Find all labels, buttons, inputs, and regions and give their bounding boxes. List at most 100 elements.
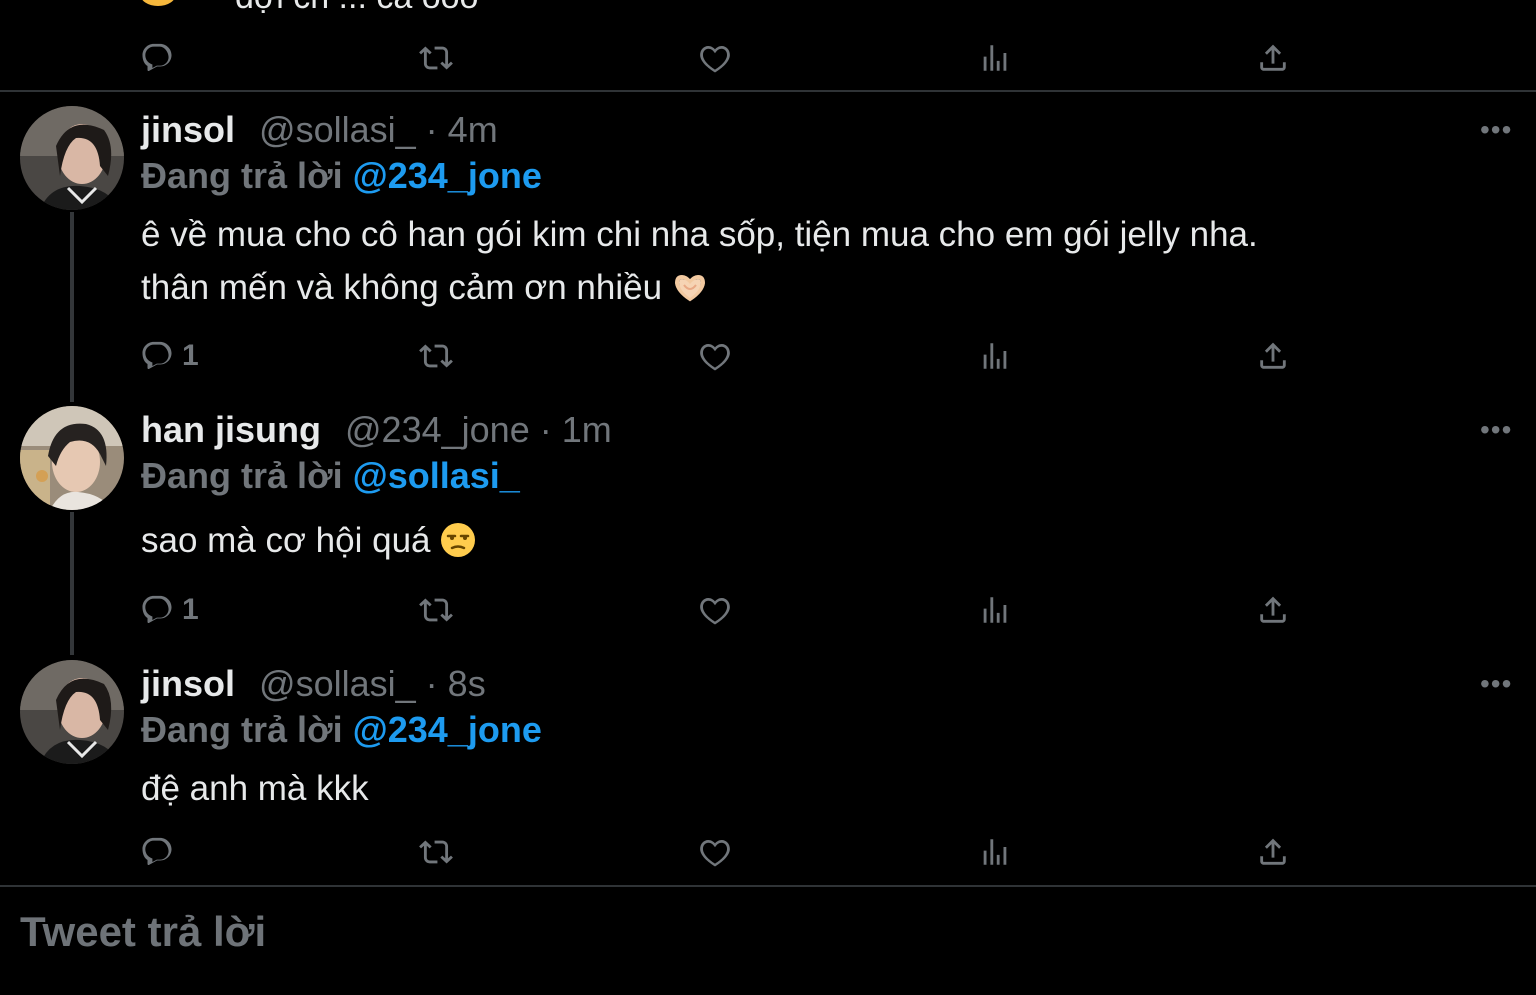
reply-count: 1 [182, 593, 199, 626]
more-options-button[interactable]: ••• [1480, 416, 1512, 444]
unamused-face-emoji-icon [441, 523, 476, 557]
share-upload-icon [1260, 44, 1286, 71]
display-name[interactable]: jinsol [141, 663, 235, 704]
heart-icon [700, 597, 730, 625]
like-button[interactable] [698, 590, 732, 630]
user-handle[interactable]: @sollasi_ [259, 663, 416, 704]
share-button[interactable] [1256, 336, 1290, 376]
tweet-actions [0, 832, 1536, 872]
tweet-item[interactable]: jinsol @sollasi_ · 4m ••• Đang trả lời @… [0, 92, 1536, 392]
views-button[interactable] [978, 336, 1012, 376]
tweet-text: đệ anh mà kkk [141, 762, 1501, 815]
avatar[interactable] [20, 406, 124, 510]
like-button[interactable] [698, 832, 732, 872]
previous-tweet-text: đợi ch ... cá oóo [235, 0, 478, 17]
tweet-thread-page: đợi ch ... cá oóo [0, 0, 1536, 995]
tweet-actions: 1 [0, 590, 1536, 630]
replying-to-mention[interactable]: @sollasi_ [353, 455, 520, 496]
views-button[interactable] [978, 38, 1012, 78]
replying-to-mention[interactable]: @234_jone [353, 709, 542, 750]
reply-icon [142, 595, 172, 624]
avatar[interactable] [20, 106, 124, 210]
tweet-text-line: đệ anh mà kkk [141, 769, 369, 808]
avatar-photo-jinsol [20, 660, 124, 764]
tweet-text-line-2: thân mến và không cảm ơn nhiều [141, 261, 1501, 314]
reply-count: 1 [182, 339, 199, 372]
tweet-actions: 1 [0, 336, 1536, 376]
retweet-button[interactable] [419, 336, 453, 376]
reply-icon [142, 43, 172, 72]
like-button[interactable] [698, 336, 732, 376]
tweet-text-line-2-content: thân mến và không cảm ơn nhiều [141, 268, 663, 307]
replying-to: Đang trả lời @234_jone [141, 708, 542, 752]
avatar[interactable] [20, 660, 124, 764]
heart-icon [700, 45, 730, 73]
display-name[interactable]: jinsol [141, 109, 235, 150]
timestamp[interactable]: 8s [448, 663, 486, 704]
share-button[interactable] [1256, 832, 1290, 872]
share-button[interactable] [1256, 590, 1290, 630]
tweet-text: sao mà cơ hội quá [141, 514, 1501, 567]
share-upload-icon [1260, 342, 1286, 369]
tweet-text-line: ê về mua cho cô han gói kim chi nha sốp,… [141, 215, 1258, 254]
more-options-button[interactable]: ••• [1480, 670, 1512, 698]
display-name[interactable]: han jisung [141, 409, 321, 450]
replying-to: Đang trả lời @sollasi_ [141, 454, 520, 498]
more-dots-icon: ••• [1480, 668, 1513, 699]
user-handle[interactable]: @sollasi_ [259, 109, 416, 150]
reply-button[interactable]: 1 [140, 336, 199, 376]
reply-button[interactable]: 1 [140, 590, 199, 630]
tweet-header: han jisung @234_jone · 1m [141, 408, 612, 452]
views-chart-icon [983, 45, 1007, 71]
retweet-button[interactable] [419, 38, 453, 78]
separator-dot: · [425, 109, 438, 150]
retweet-icon [419, 840, 453, 864]
replying-to-label: Đang trả lời [141, 709, 343, 750]
timestamp[interactable]: 1m [562, 409, 612, 450]
more-dots-icon: ••• [1480, 114, 1513, 145]
tweet-text: ê về mua cho cô han gói kim chi nha sốp,… [141, 208, 1501, 314]
tweet-item[interactable]: jinsol @sollasi_ · 8s ••• Đang trả lời @… [0, 646, 1536, 884]
heart-icon [700, 839, 730, 867]
separator-dot: · [539, 409, 552, 450]
user-handle[interactable]: @234_jone [345, 409, 530, 450]
share-upload-icon [1260, 838, 1286, 865]
separator-dot: · [425, 663, 438, 704]
partial-emoji-icon [140, 0, 176, 6]
tweet-item[interactable]: han jisung @234_jone · 1m ••• Đang trả l… [0, 392, 1536, 646]
avatar-photo-jinsol [20, 106, 124, 210]
share-button[interactable] [1256, 38, 1290, 78]
retweet-icon [419, 46, 453, 70]
previous-tweet-actions [0, 38, 1536, 78]
tweet-text-line: sao mà cơ hội quá [141, 521, 431, 560]
views-button[interactable] [978, 832, 1012, 872]
views-button[interactable] [978, 590, 1012, 630]
timestamp[interactable]: 4m [448, 109, 498, 150]
views-chart-icon [983, 343, 1007, 369]
replying-to-label: Đang trả lời [141, 455, 343, 496]
retweet-button[interactable] [419, 832, 453, 872]
more-dots-icon: ••• [1480, 414, 1513, 445]
views-chart-icon [983, 839, 1007, 865]
retweet-button[interactable] [419, 590, 453, 630]
reply-button[interactable] [140, 832, 174, 872]
reply-tweet-input[interactable] [18, 907, 1422, 957]
avatar-photo-han-jisung [20, 406, 124, 510]
retweet-icon [419, 344, 453, 368]
reply-composer [0, 885, 1536, 995]
reply-icon [142, 837, 172, 866]
retweet-icon [419, 598, 453, 622]
like-button[interactable] [698, 38, 732, 78]
more-options-button[interactable]: ••• [1480, 116, 1512, 144]
previous-tweet[interactable]: đợi ch ... cá oóo [0, 0, 1536, 92]
replying-to-label: Đang trả lời [141, 155, 343, 196]
replying-to-mention[interactable]: @234_jone [353, 155, 542, 196]
views-chart-icon [983, 597, 1007, 623]
tweet-header: jinsol @sollasi_ · 4m [141, 108, 498, 152]
share-upload-icon [1260, 596, 1286, 623]
tweet-header: jinsol @sollasi_ · 8s [141, 662, 486, 706]
heart-hands-emoji-icon [674, 274, 705, 302]
reply-button[interactable] [140, 38, 174, 78]
heart-icon [700, 343, 730, 371]
replying-to: Đang trả lời @234_jone [141, 154, 542, 198]
